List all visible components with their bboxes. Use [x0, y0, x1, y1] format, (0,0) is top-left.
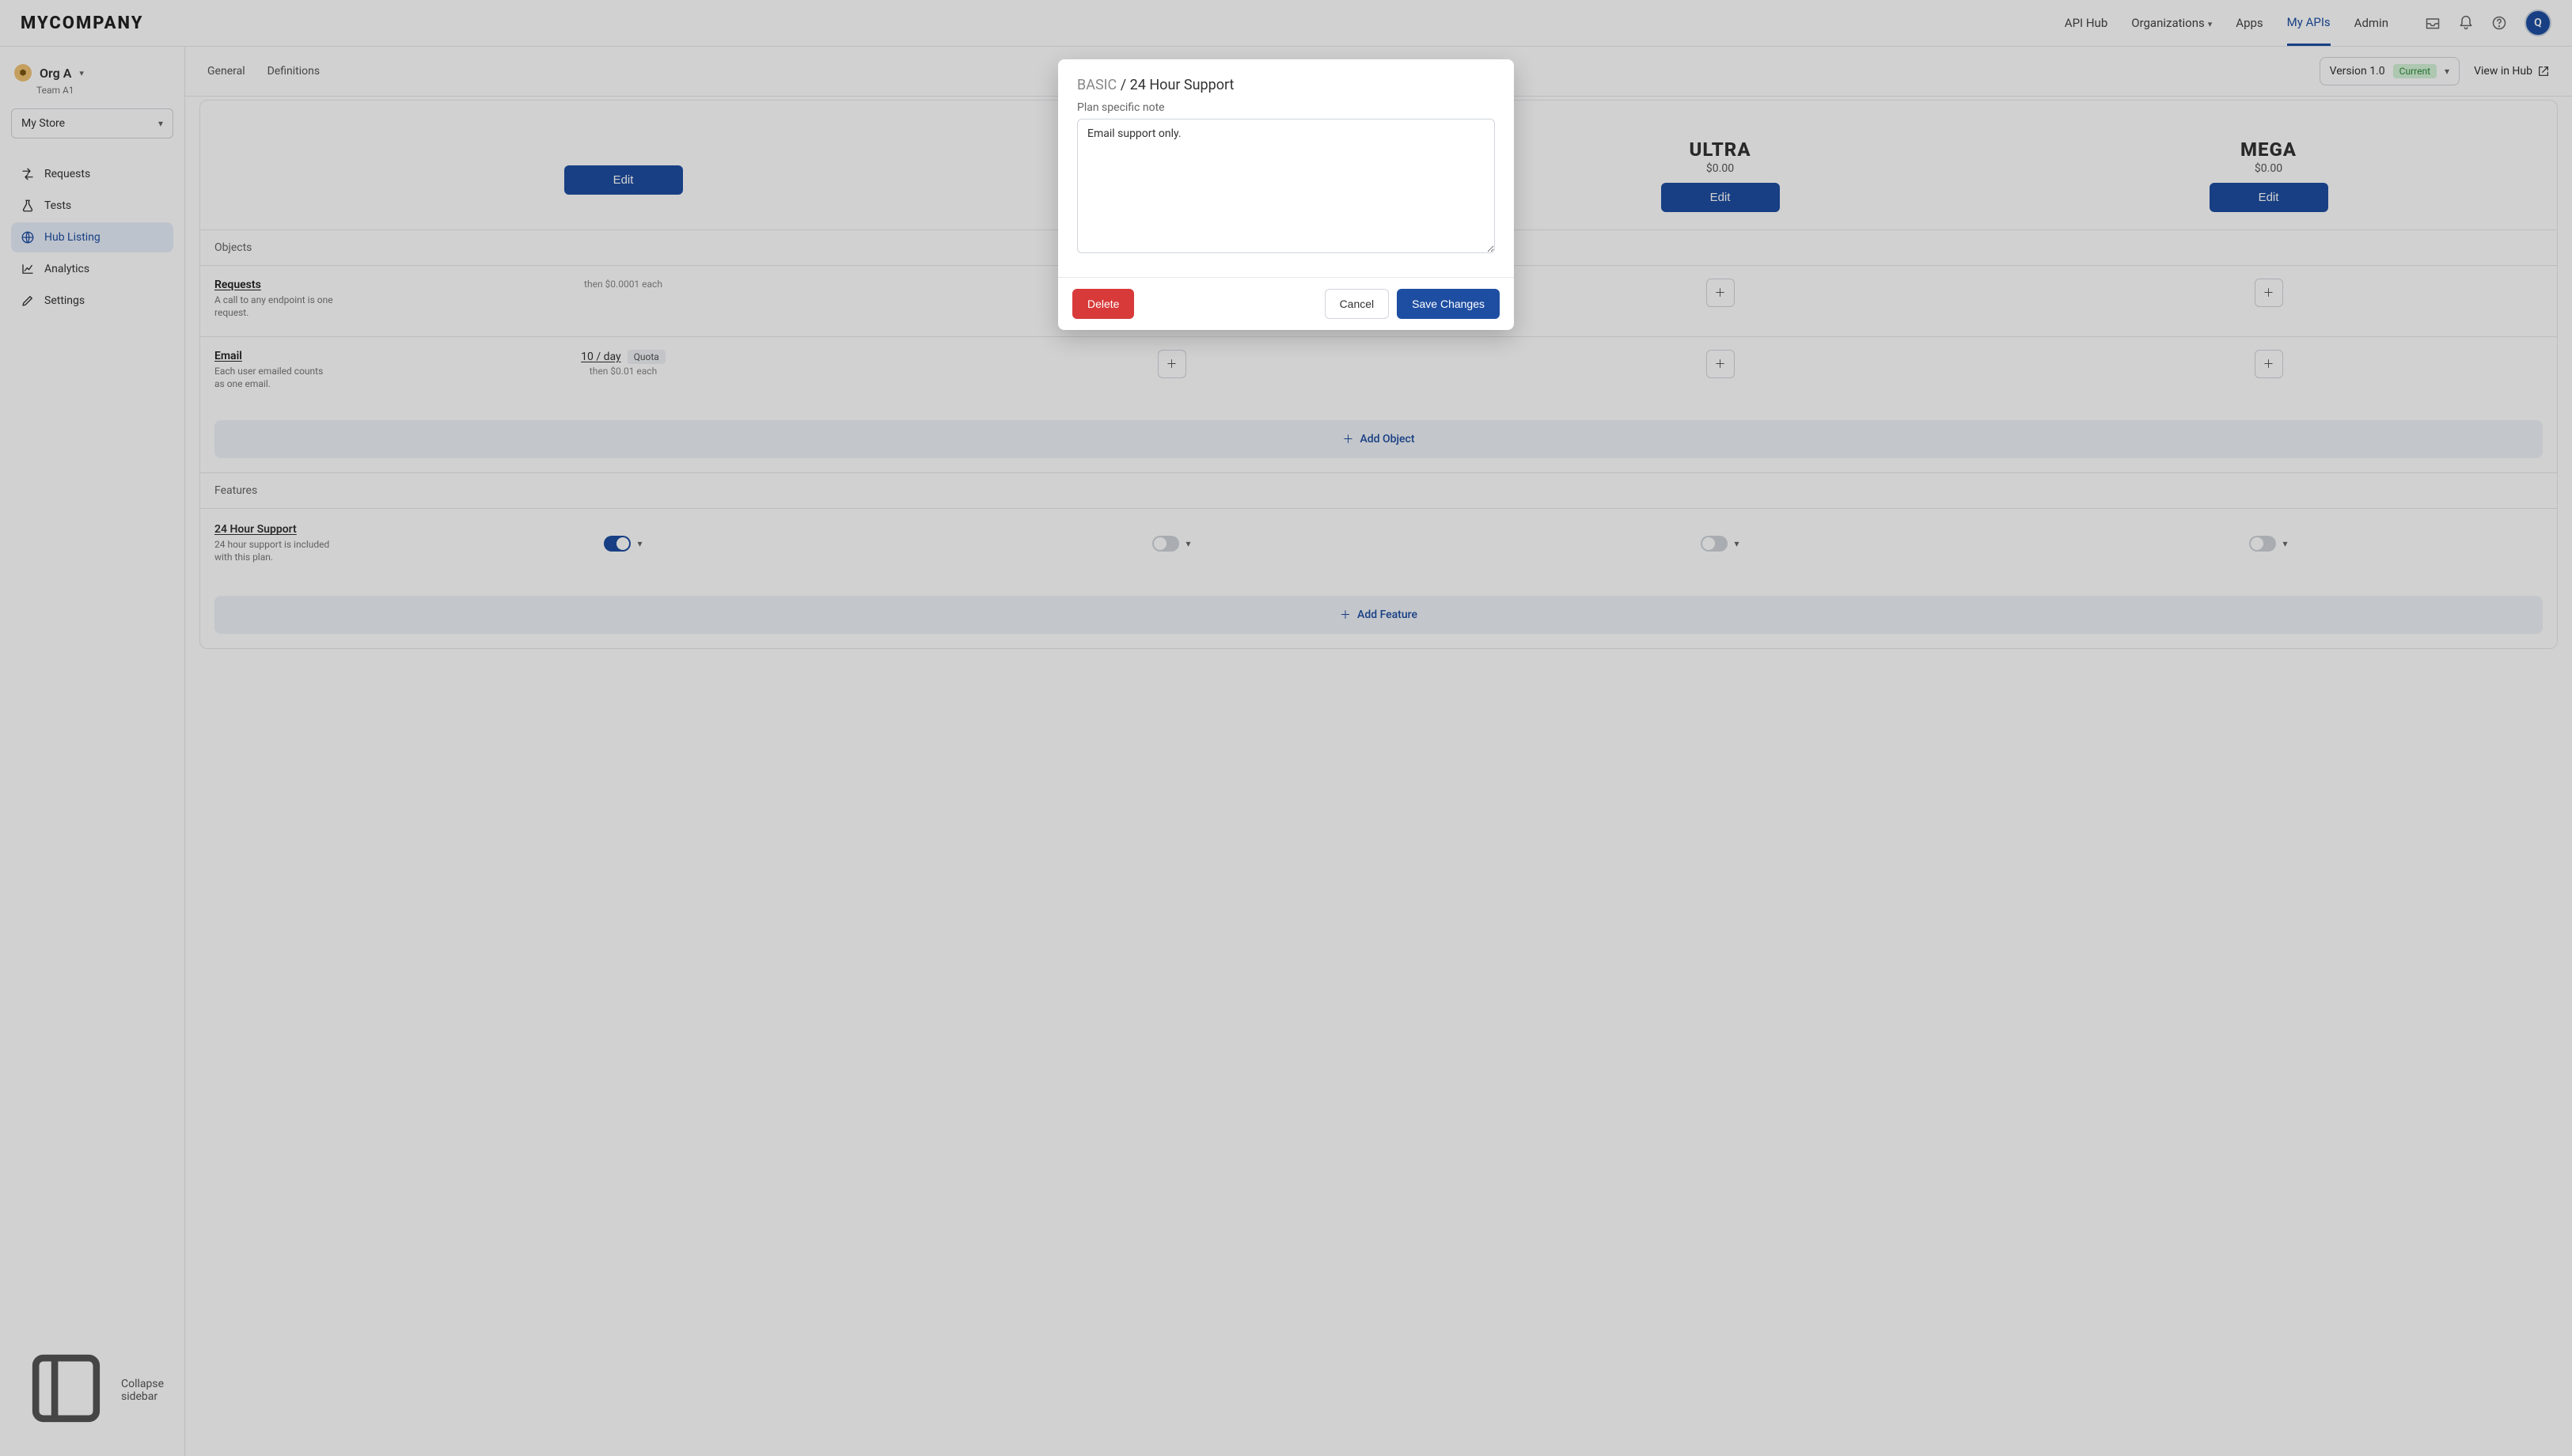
delete-button[interactable]: Delete: [1072, 289, 1134, 319]
modal-scrim[interactable]: BASIC / 24 Hour Support Plan specific no…: [0, 0, 2572, 1456]
modal-plan-slug: BASIC: [1077, 77, 1117, 93]
save-changes-button[interactable]: Save Changes: [1397, 289, 1500, 319]
modal-subtitle: Plan specific note: [1077, 101, 1495, 114]
modal-title: BASIC / 24 Hour Support: [1077, 77, 1495, 93]
cancel-button[interactable]: Cancel: [1325, 289, 1390, 319]
modal-feature-name: 24 Hour Support: [1130, 77, 1235, 93]
modal-footer: Delete Cancel Save Changes: [1058, 277, 1514, 330]
plan-note-modal: BASIC / 24 Hour Support Plan specific no…: [1058, 59, 1514, 330]
modal-slash: /: [1121, 77, 1130, 93]
plan-note-textarea[interactable]: [1077, 119, 1495, 253]
